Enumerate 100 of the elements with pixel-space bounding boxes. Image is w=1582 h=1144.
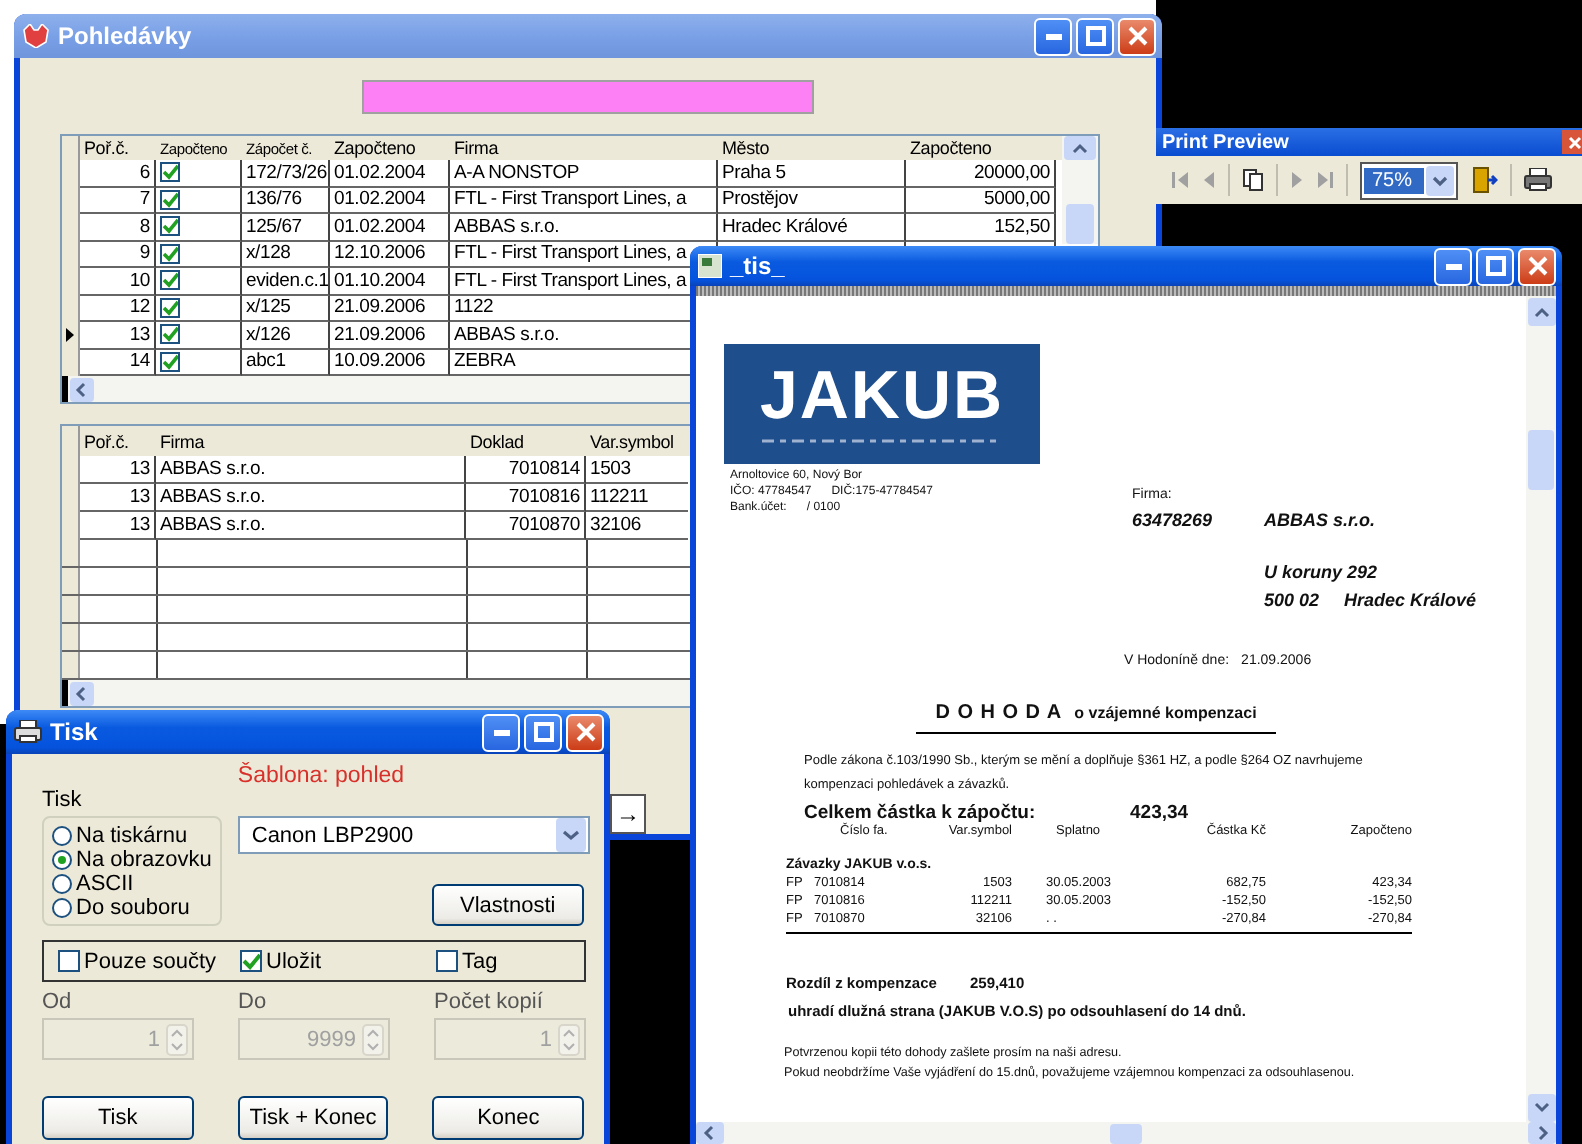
- column-header[interactable]: Var.symbol: [586, 426, 688, 456]
- window-icon: [698, 254, 722, 278]
- checkbox[interactable]: [160, 351, 180, 372]
- scroll-thumb[interactable]: [1066, 204, 1094, 244]
- table-cell: Prostějov: [718, 187, 906, 214]
- radio-button[interactable]: [52, 874, 72, 894]
- properties-button[interactable]: Vlastnosti: [431, 884, 584, 926]
- table-cell: 152,50: [906, 214, 1056, 241]
- scrollbar[interactable]: [62, 680, 690, 706]
- maximize-icon: [1085, 26, 1105, 46]
- spinner-arrows-icon: [558, 1023, 580, 1055]
- minimize-button[interactable]: [1434, 247, 1472, 285]
- table-cell: 8: [80, 214, 156, 241]
- maximize-icon: [533, 722, 553, 742]
- spinner-arrows-icon: [166, 1023, 188, 1055]
- maximize-button[interactable]: [524, 713, 562, 751]
- document-title: D O H O D A: [935, 702, 1063, 724]
- dialog-button[interactable]: Konec: [432, 1096, 585, 1140]
- printer-icon[interactable]: [1524, 168, 1552, 192]
- total-amount: 423,34: [1130, 802, 1189, 824]
- table-cell: ABBAS s.r.o.: [450, 214, 718, 241]
- maximize-icon: [1485, 256, 1505, 276]
- minimize-button[interactable]: [1034, 17, 1072, 55]
- table-cell: 7010816: [466, 484, 586, 512]
- scrollbar[interactable]: [1062, 136, 1098, 244]
- checkbox[interactable]: [58, 950, 80, 972]
- table-cell: 1503: [586, 456, 688, 484]
- checkbox[interactable]: [240, 950, 262, 972]
- minimize-button[interactable]: [482, 713, 520, 751]
- table-cell: 5000,00: [906, 187, 1056, 214]
- zoom-dropdown[interactable]: 75%: [1360, 161, 1458, 199]
- table-cell: ABBAS s.r.o.: [156, 512, 466, 540]
- scrollbar[interactable]: [1526, 296, 1556, 1122]
- checkbox[interactable]: [160, 243, 180, 264]
- close-icon: [1527, 256, 1547, 276]
- column-header[interactable]: Poř.č.: [80, 136, 156, 160]
- window-title: Tisk: [50, 718, 98, 746]
- checkbox[interactable]: [160, 324, 180, 345]
- table-cell: 7010814: [466, 456, 586, 484]
- postal-code: 500 02: [1264, 590, 1322, 610]
- table-cell: A-A NONSTOP: [450, 160, 718, 187]
- arrow-button[interactable]: →: [610, 794, 646, 834]
- table-cell: x/126: [242, 322, 330, 349]
- close-icon: [1127, 26, 1147, 46]
- column-header[interactable]: Firma: [450, 136, 718, 160]
- close-icon: [575, 722, 595, 742]
- radio-label: ASCII: [76, 872, 134, 896]
- logo-text: JAKUB: [759, 365, 1005, 425]
- table-cell: 6: [80, 160, 156, 187]
- radio-button[interactable]: [52, 850, 72, 870]
- table-cell: 12: [80, 295, 156, 322]
- close-icon: [1567, 135, 1581, 149]
- column-header[interactable]: Firma: [156, 426, 466, 456]
- close-button[interactable]: [1518, 247, 1556, 285]
- radio-button[interactable]: [52, 826, 72, 846]
- table-cell: 136/76: [242, 187, 330, 214]
- scrollbar[interactable]: [696, 1122, 1556, 1144]
- column-header[interactable]: Město: [718, 136, 906, 160]
- pages-icon[interactable]: [1242, 168, 1264, 192]
- checkbox[interactable]: [160, 270, 180, 291]
- scroll-thumb[interactable]: [1528, 430, 1554, 490]
- table-cell: 01.02.2004: [330, 160, 450, 187]
- maximize-button[interactable]: [1476, 247, 1514, 285]
- checkbox[interactable]: [160, 162, 180, 183]
- column-header[interactable]: Započteno: [906, 136, 1056, 160]
- spinner-arrows-icon: [362, 1023, 384, 1055]
- template-label: Šablona: pohled: [237, 764, 405, 788]
- table-cell: 21.09.2006: [330, 322, 450, 349]
- dialog-button[interactable]: Tisk + Konec: [237, 1096, 389, 1140]
- radio-button[interactable]: [52, 898, 72, 918]
- checkbox-label: Tag: [462, 949, 498, 973]
- company-id: 63478269: [1132, 510, 1215, 530]
- company-street: U koruny 292: [1264, 562, 1380, 582]
- scrollbar[interactable]: [62, 376, 690, 402]
- checkbox[interactable]: [160, 297, 180, 318]
- close-button[interactable]: [1118, 17, 1156, 55]
- table-cell: 10: [80, 268, 156, 295]
- minimize-icon: [1445, 263, 1461, 269]
- checkbox[interactable]: [160, 216, 180, 237]
- dialog-button[interactable]: Tisk: [42, 1096, 194, 1140]
- table-cell: 7: [80, 187, 156, 214]
- window-title: Pohledávky: [58, 22, 192, 50]
- table-cell: 172/73/26: [242, 160, 330, 187]
- checkbox[interactable]: [160, 189, 180, 210]
- close-button[interactable]: [1562, 130, 1582, 154]
- exit-door-icon[interactable]: [1470, 166, 1498, 194]
- maximize-button[interactable]: [1076, 17, 1114, 55]
- checkbox[interactable]: [436, 950, 458, 972]
- column-header[interactable]: Doklad: [466, 426, 586, 456]
- table-cell: 13: [80, 484, 156, 512]
- close-button[interactable]: [566, 713, 604, 751]
- column-header[interactable]: Započteno: [330, 136, 450, 160]
- scroll-thumb[interactable]: [1110, 1123, 1142, 1143]
- table-cell: x/128: [242, 241, 330, 268]
- field-label: Do: [238, 990, 269, 1014]
- scroll-left-icon: [70, 681, 94, 705]
- total-label: Celkem částka k zápočtu:: [804, 802, 1038, 824]
- printer-dropdown[interactable]: Canon LBP2900: [237, 816, 590, 854]
- column-header[interactable]: Poř.č.: [80, 426, 156, 456]
- table-cell: 01.02.2004: [330, 187, 450, 214]
